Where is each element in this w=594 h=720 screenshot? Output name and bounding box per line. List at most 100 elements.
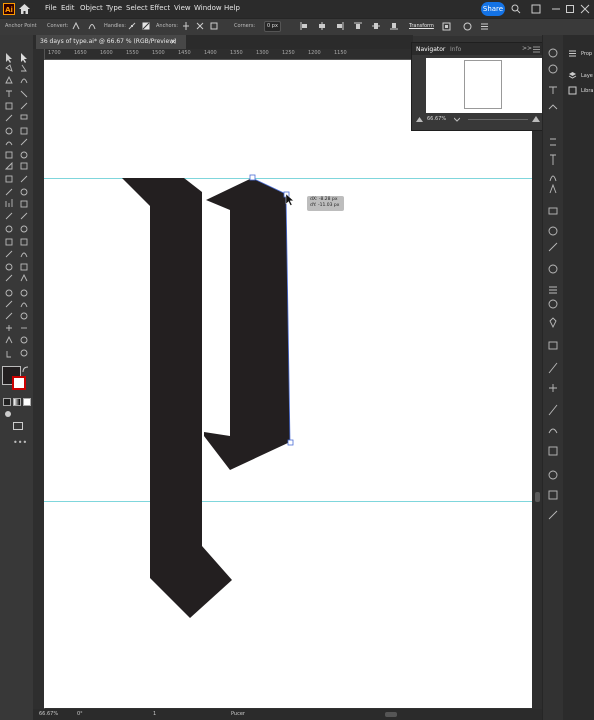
puppet-warp-tool-icon [5,263,13,271]
transform-link[interactable]: Transform [409,23,434,29]
symbols-icon [548,264,558,274]
scallop-tool-icon [20,302,28,308]
paintbrush-tool-icon [20,102,28,110]
actions-icon [548,470,558,480]
screen-mode-icon[interactable] [13,422,23,431]
zoom-tool-icon [20,225,28,233]
print-tiling-tool-icon [20,238,28,246]
color-mode-icon[interactable] [3,398,11,406]
twirl-tool-icon [5,289,13,297]
menu-edit[interactable]: Edit [61,4,75,12]
vertical-scrollbar[interactable] [532,49,542,709]
menu-view[interactable]: View [174,4,191,12]
status-rotation[interactable]: 0° [77,711,83,717]
minimize-icon[interactable] [551,4,561,14]
column-graph-tool-icon [5,199,13,207]
status-zoom[interactable]: 66.67% [39,711,58,717]
stroke-swatch[interactable] [12,376,26,390]
show-handles-icon[interactable] [128,22,136,30]
draw-normal-icon[interactable] [4,410,12,418]
isolate-icon[interactable] [210,22,218,30]
libraries-icon[interactable] [568,86,577,95]
navigator-dock-icon [548,428,558,434]
horizontal-scroll-thumb[interactable] [385,712,397,717]
panel-collapse-icon[interactable]: >> [522,45,532,52]
zoom-dropdown-icon[interactable] [454,117,460,122]
navigator-menu-icon[interactable] [533,46,540,53]
none-mode-icon[interactable] [23,398,31,406]
maximize-icon[interactable] [565,4,575,14]
hide-handles-icon[interactable] [142,22,150,30]
anchor-point-tool-icon [5,335,13,344]
align-center-icon[interactable] [318,22,326,30]
isolation-mode-icon[interactable] [442,22,451,31]
menu-file[interactable]: File [45,4,57,12]
anchor-point-bottom [287,439,294,446]
status-current-tool: Pucer [231,711,245,717]
align-right-icon[interactable] [336,22,344,30]
menu-type[interactable]: Type [106,4,122,12]
ruler-mark: 1150 [334,50,347,56]
home-icon[interactable] [19,4,30,14]
ruler-mark: 1550 [126,50,139,56]
tab-navigator[interactable]: Navigator [416,46,445,53]
corner-radius-field[interactable]: 0 px [264,21,281,32]
more-tools-icon[interactable]: ••• [13,438,27,447]
letter-p-glyph[interactable] [44,60,532,708]
status-artboard-number[interactable]: 1 [153,711,156,717]
ruler-mark: 1300 [256,50,269,56]
properties-icon[interactable] [568,49,577,58]
drag-offset-tooltip: dX: -8.28 px dY: -11.03 px [307,196,344,211]
navigator-artboard-outline [464,60,502,109]
crystallize-tool-icon [5,312,13,320]
warp-tool-icon [20,138,28,146]
menu-help[interactable]: Help [224,4,240,12]
stroke-panel-icon [548,104,558,110]
layers-panel-label[interactable]: Laye [581,73,593,79]
align-top-icon[interactable] [354,22,362,30]
document-tab[interactable]: 36 days of type.ai* @ 66.67 % (RGB/Previ… [36,35,186,49]
menu-effect[interactable]: Effect [150,4,170,12]
align-panel-icon [549,286,557,294]
properties-panel-label[interactable]: Prop [581,51,592,57]
scale-tool-icon [20,127,28,135]
search-icon[interactable] [511,4,521,14]
ruler-mark: 1650 [74,50,87,56]
lasso-tool-icon [21,64,27,72]
share-button[interactable]: Share [481,2,505,16]
menu-select[interactable]: Select [126,4,148,12]
select-similar-icon[interactable] [463,22,472,31]
align-bottom-icon[interactable] [390,22,398,30]
eyedropper-tool-icon [20,175,28,183]
menu-object[interactable]: Object [80,4,103,12]
zoom-out-icon[interactable] [416,117,423,122]
zoom-in-icon[interactable] [532,116,540,122]
align-middle-icon[interactable] [372,22,380,30]
direct-selection-tool-icon [21,53,27,63]
libraries-panel-label[interactable]: Libra [581,88,593,94]
convert-smooth-icon[interactable] [88,22,96,30]
transparency-icon [548,207,558,215]
navigator-zoom-field[interactable]: 66.67% [427,116,446,122]
menu-window[interactable]: Window [194,4,222,12]
smooth-tool-icon [20,252,28,258]
layers-icon[interactable] [568,71,577,80]
symbol-sprayer-tool-icon [20,188,28,196]
cut-path-icon[interactable] [196,22,204,30]
arrange-icon[interactable] [531,4,541,14]
zoom-slider-track[interactable] [468,119,528,120]
scroll-thumb[interactable] [535,492,540,502]
convert-corner-icon[interactable] [72,22,80,30]
line-tool-icon [20,90,28,98]
align-left-icon[interactable] [300,22,308,30]
panel-menu-icon[interactable] [480,22,489,31]
close-tab-icon[interactable]: × [170,37,177,46]
close-window-icon[interactable] [580,4,590,14]
swap-colors-icon[interactable] [22,366,29,373]
graph-data-tool-icon [5,238,13,246]
glyph-bowl [204,178,290,470]
tab-info[interactable]: Info [450,46,461,53]
gradient-mode-icon[interactable] [13,398,21,406]
remove-anchor-icon[interactable] [182,22,190,30]
zoom-alt-tool-icon [20,349,28,357]
